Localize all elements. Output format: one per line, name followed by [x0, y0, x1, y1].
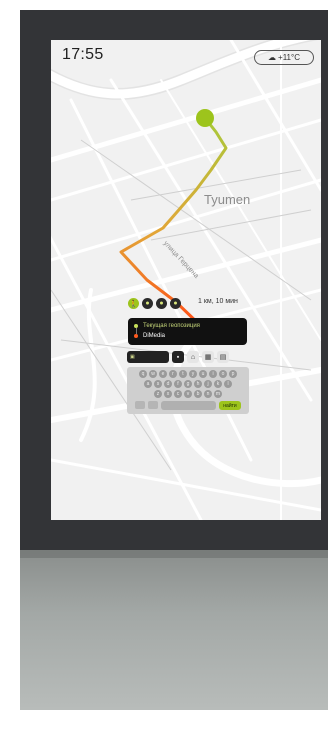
key-m[interactable]: m [214, 390, 222, 398]
key-b[interactable]: b [194, 390, 202, 398]
category-selected[interactable]: ▣ [127, 351, 169, 363]
end-dot-icon [134, 334, 138, 338]
key-f[interactable]: f [174, 380, 182, 388]
space-key[interactable] [161, 401, 216, 410]
route-to-label: DiMedia [143, 333, 166, 339]
cloud-icon: ☁ [268, 53, 277, 62]
key-x[interactable]: x [164, 390, 172, 398]
kiosk-base-edge [20, 550, 328, 558]
key-y[interactable]: y [189, 370, 197, 378]
search-button[interactable]: найти [219, 401, 241, 410]
key-s[interactable]: s [154, 380, 162, 388]
route-to[interactable]: DiMedia [134, 333, 165, 339]
key-a[interactable]: a [144, 380, 152, 388]
key-e[interactable]: e [159, 370, 167, 378]
onscreen-keyboard: qwertyuiop asdfghjkl zxcvbnm найти [127, 367, 249, 414]
key-w[interactable]: w [149, 370, 157, 378]
info-icon[interactable]: ▪ [172, 351, 184, 363]
route-from-label: Текущая геопозиция [143, 323, 200, 329]
map[interactable] [51, 40, 321, 520]
city-label: Tyumen [204, 192, 251, 207]
key-d[interactable]: d [164, 380, 172, 388]
key-c[interactable]: c [174, 390, 182, 398]
bike-icon[interactable]: ● [156, 298, 167, 309]
keyboard-row: найти [127, 401, 249, 410]
kiosk-base [20, 550, 328, 710]
key-q[interactable]: q [139, 370, 147, 378]
poi-categories: ▣ ▪ ⌂ ▦ ▤ [127, 351, 229, 363]
store-icon[interactable]: ▦ [202, 351, 214, 363]
route-distance-time: 1 км, 10 мин [198, 298, 238, 305]
keyboard-row: qwertyuiop [127, 370, 249, 378]
key-t[interactable]: t [179, 370, 187, 378]
key-o[interactable]: o [219, 370, 227, 378]
car-icon[interactable]: ● [142, 298, 153, 309]
key-l[interactable]: l [224, 380, 232, 388]
weather-badge: ☁ +11°C [254, 50, 314, 65]
key-i[interactable]: i [209, 370, 217, 378]
key-g[interactable]: g [184, 380, 192, 388]
walk-icon[interactable]: 🚶 [128, 298, 139, 309]
kiosk-screen: 17:55 ☁ +11°C Tyumen улица Герцена 🚶 ● ●… [51, 40, 321, 520]
route-endpoints[interactable]: Текущая геопозиция DiMedia [128, 318, 247, 345]
key-n[interactable]: n [204, 390, 212, 398]
key-v[interactable]: v [184, 390, 192, 398]
route-from[interactable]: Текущая геопозиция [134, 323, 200, 329]
transport-modes: 🚶 ● ● ● [128, 298, 181, 309]
route-start-marker[interactable] [196, 109, 214, 127]
key-z[interactable]: z [154, 390, 162, 398]
key-p[interactable]: p [229, 370, 237, 378]
start-dot-icon [134, 324, 138, 328]
key-u[interactable]: u [199, 370, 207, 378]
key-k[interactable]: k [214, 380, 222, 388]
lang-key[interactable] [148, 401, 158, 409]
temperature: +11°C [278, 53, 300, 62]
shift-key[interactable] [135, 401, 145, 409]
transport-icon[interactable]: ▤ [217, 351, 229, 363]
key-r[interactable]: r [169, 370, 177, 378]
museum-icon[interactable]: ⌂ [187, 351, 199, 363]
keyboard-row: zxcvbnm [127, 390, 249, 398]
key-j[interactable]: j [204, 380, 212, 388]
keyboard-row: asdfghjkl [127, 380, 249, 388]
key-h[interactable]: h [194, 380, 202, 388]
clock: 17:55 [62, 46, 104, 63]
bus-icon[interactable]: ● [170, 298, 181, 309]
